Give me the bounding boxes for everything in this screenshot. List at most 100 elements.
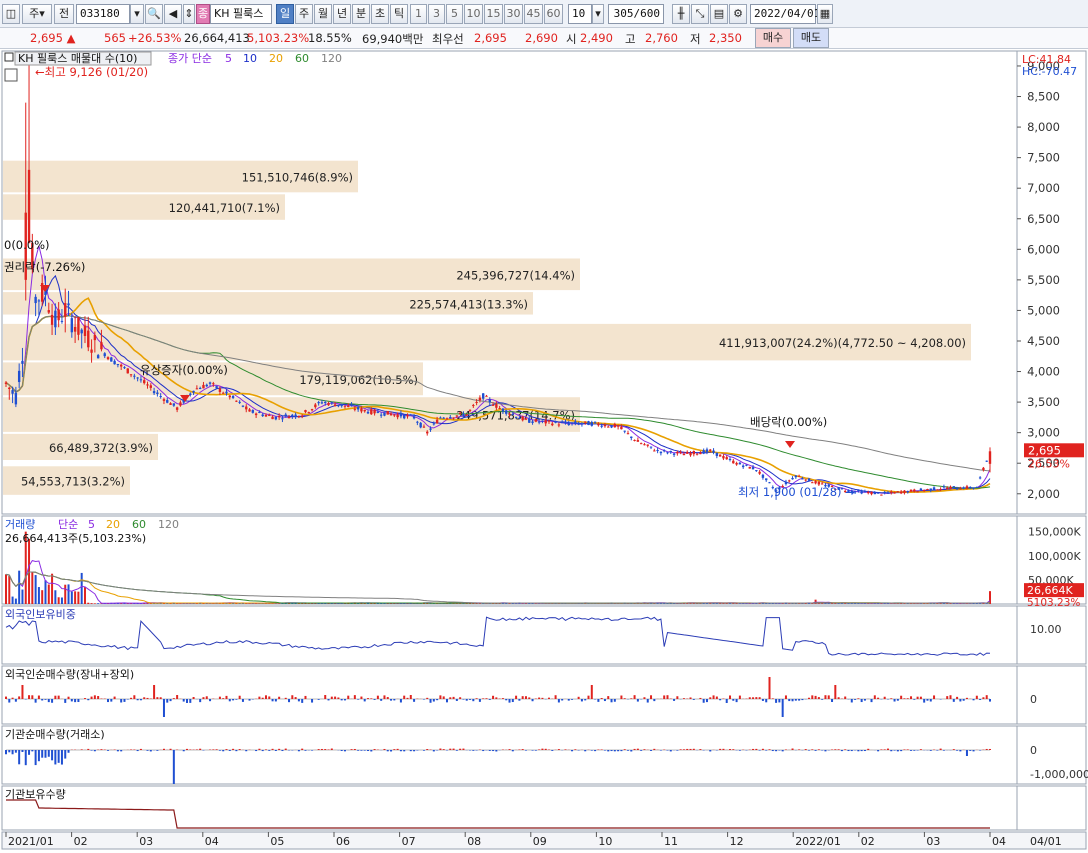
candle-body (933, 487, 935, 490)
foreign-net-bar (732, 699, 734, 701)
inst-net-bar (331, 749, 333, 750)
foreign-net-bar (97, 696, 99, 699)
candle-body (880, 495, 882, 496)
minute-tab-3[interactable]: 3 (428, 4, 445, 24)
minute-tab-60[interactable]: 60 (544, 4, 563, 24)
foreign-net-bar (209, 699, 211, 701)
minute-input[interactable]: 10 (568, 4, 592, 24)
candle-body (656, 450, 658, 451)
foreign-net-bar (74, 699, 76, 702)
candle-body (630, 437, 632, 438)
foreign-net-bar (77, 699, 79, 702)
candle-body (600, 426, 602, 427)
period-tab-3[interactable]: 년 (333, 4, 351, 24)
period-tab-2[interactable]: 월 (314, 4, 332, 24)
calendar-icon[interactable]: ▦ (817, 4, 833, 24)
candle-body (640, 443, 642, 444)
search-icon[interactable]: 🔍 (145, 4, 163, 24)
candle-body (117, 364, 119, 365)
minute-tab-10[interactable]: 10 (464, 4, 483, 24)
zoom-icon (5, 69, 17, 81)
volume-bar (94, 603, 96, 604)
code-dropdown-icon[interactable]: ▾ (130, 4, 144, 24)
step-arrows-icon[interactable]: ⇕ (183, 4, 195, 24)
inst-net-bar (637, 749, 639, 750)
best-ask: 2,695 (474, 31, 507, 45)
foreign-net-bar (716, 697, 718, 699)
candle-body (903, 491, 905, 494)
speaker-icon[interactable]: ◀ (164, 4, 182, 24)
minute-tab-15[interactable]: 15 (484, 4, 503, 24)
minute-tab-1[interactable]: 1 (410, 4, 427, 24)
minute-dropdown-icon[interactable]: ▾ (592, 4, 604, 24)
period-select[interactable]: 주▾ (22, 4, 52, 24)
candle-body (413, 417, 415, 419)
inst-net-bar (58, 750, 60, 763)
period-tab-5[interactable]: 초 (371, 4, 389, 24)
sell-button[interactable]: 매도 (793, 28, 829, 48)
candle-body (294, 415, 296, 417)
chart-type-icon[interactable]: ◫ (2, 4, 20, 24)
minute-tab-45[interactable]: 45 (524, 4, 543, 24)
foreign-net-bar (206, 696, 208, 699)
volume-profile-label-5: 179,119,062(10.5%) (299, 373, 418, 387)
candle-body (528, 418, 530, 422)
draw-tool-icon[interactable]: ⤡ (691, 4, 709, 24)
candle-body (653, 450, 655, 451)
foreign-net-bar (719, 699, 721, 700)
candle-body (133, 376, 135, 377)
foreign-net-bar (903, 698, 905, 699)
candle-body (568, 423, 570, 425)
foreign-net-bar (347, 696, 349, 699)
inst-net-bar (374, 749, 376, 750)
price-change: 565 (104, 31, 126, 45)
candle-body (962, 487, 964, 488)
buy-button[interactable]: 매수 (755, 28, 791, 48)
count-input[interactable]: 305/600 (608, 4, 664, 24)
candle-body (472, 405, 474, 406)
minute-tab-5[interactable]: 5 (446, 4, 463, 24)
volume-bar (48, 584, 50, 604)
candle-body (571, 423, 573, 424)
gear-icon[interactable]: ⚙ (729, 4, 747, 24)
minute-tab-30[interactable]: 30 (504, 4, 523, 24)
foreign-net-bar (186, 699, 188, 703)
date-input[interactable]: 2022/04/01 (750, 4, 816, 24)
foreign-net-bar (693, 699, 695, 700)
candle-body (271, 417, 273, 419)
candle-body (209, 382, 211, 383)
candle-body (176, 407, 178, 409)
print-icon[interactable]: ▤ (710, 4, 728, 24)
price-value: 2,695 (30, 31, 63, 45)
foreign-net-bar (485, 698, 487, 699)
candle-body (956, 489, 958, 490)
stock-name-field[interactable]: KH 필룩스 (210, 4, 272, 24)
best-quote-label: 최우선 (432, 31, 464, 47)
stock-code-input[interactable]: 033180 (76, 4, 130, 24)
inst-net-bar (762, 749, 764, 750)
inst-net-bar (140, 749, 142, 750)
x-tick-label: 02 (74, 835, 88, 848)
foreign-net-bar (894, 699, 896, 702)
inst-net-bar (940, 749, 942, 750)
candle-body (732, 461, 734, 464)
foreign-net-bar (795, 699, 797, 701)
prev-button[interactable]: 전 (54, 4, 74, 24)
candle-type-icon[interactable]: ╫ (672, 4, 690, 24)
period-tab-6[interactable]: 틱 (390, 4, 408, 24)
candle-body (166, 400, 168, 403)
foreign-net-bar (476, 698, 478, 699)
inst-net-bar (630, 750, 632, 751)
inst-net-bar (383, 749, 385, 750)
period-tab-1[interactable]: 주 (295, 4, 313, 24)
candle-body (140, 379, 142, 380)
period-tab-0[interactable]: 일 (276, 4, 294, 24)
period-tab-4[interactable]: 분 (352, 4, 370, 24)
candle-body (387, 411, 389, 415)
candle-body (48, 310, 50, 312)
inst-net-bar (107, 750, 109, 751)
chart-area[interactable]: 151,510,746(8.9%)120,441,710(7.1%)245,39… (0, 49, 1088, 850)
foreign-net-bar (844, 697, 846, 699)
foreign-net-bar (482, 698, 484, 699)
foreign-net-bar (762, 699, 764, 701)
